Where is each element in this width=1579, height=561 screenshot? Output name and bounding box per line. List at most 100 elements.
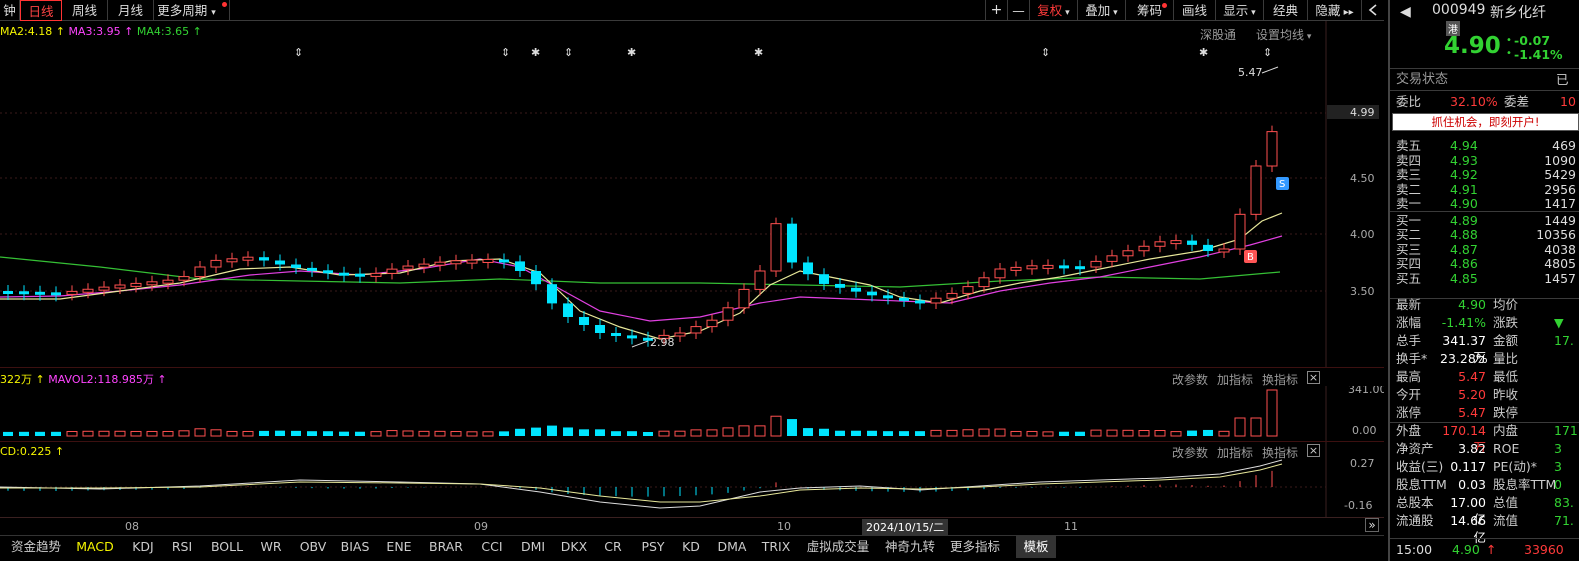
zoom-out-button[interactable]: — <box>1007 0 1029 21</box>
indicator-tab[interactable]: CR <box>600 536 626 558</box>
stat-label: 最高 <box>1396 369 1422 384</box>
stat-label: 换手* <box>1396 351 1428 366</box>
indicator-tab[interactable]: DMI <box>517 536 549 558</box>
volume-bar <box>339 431 349 436</box>
indicator-tab[interactable]: 虚拟成交量 <box>802 536 874 558</box>
order-book-volume: 1417 <box>1544 196 1576 211</box>
indicator-tab[interactable]: RSI <box>167 536 197 558</box>
volume-bar <box>722 427 734 437</box>
candle-body <box>259 257 269 261</box>
stat-label: 跌停 <box>1493 405 1519 420</box>
stat-value: 17. <box>1554 333 1574 348</box>
collapse-arrow-icon[interactable]: ◀ <box>1400 4 1411 20</box>
close-icon[interactable]: × <box>1307 371 1320 384</box>
volume-bar <box>402 430 414 437</box>
candle-body <box>51 292 61 296</box>
volume-bar <box>787 419 797 436</box>
date-axis: 08 09 10 11 2024/10/15/二 » <box>0 517 1384 535</box>
volume-bar <box>178 430 190 437</box>
candle-body <box>339 272 349 276</box>
candlesticks <box>3 125 1278 347</box>
indicator-tab[interactable]: KD <box>678 536 704 558</box>
xianshi-button[interactable]: 显示 ▾ <box>1215 0 1263 21</box>
indicator-tab[interactable]: CCI <box>476 536 508 558</box>
huaxian-button[interactable]: 画线 <box>1173 0 1215 21</box>
stat-value: 3 <box>1554 441 1562 456</box>
indicator-tab[interactable]: BRAR <box>426 536 466 558</box>
diejia-button[interactable]: 叠加 ▾ <box>1077 0 1125 21</box>
volume-bar <box>499 431 509 436</box>
period-tab-more[interactable]: 更多周期 ▾ <box>154 0 230 21</box>
indicator-tab[interactable]: 神奇九转 <box>882 536 938 558</box>
buy-marker[interactable]: B <box>1244 250 1257 263</box>
open-account-banner[interactable]: 抓住机会，即刻开户! <box>1392 113 1579 131</box>
stat-value: -1.41% <box>1441 315 1486 330</box>
scroll-right-icon[interactable]: » <box>1365 518 1379 532</box>
period-tab-monthly[interactable]: 月线 <box>108 0 154 21</box>
cursor-date-label: 2024/10/15/二 <box>862 519 949 535</box>
volume-bar <box>98 430 110 437</box>
stat-label: 总股本 <box>1396 495 1434 510</box>
current-price-tick: 4.99 <box>1350 106 1375 119</box>
stat-label: 最低 <box>1493 369 1519 384</box>
candle-body <box>1106 255 1118 262</box>
volume-bar <box>466 431 478 437</box>
volume-bar <box>114 430 126 437</box>
event-marker-icon: ⇕ <box>501 46 510 59</box>
bullet-icon: • <box>1506 35 1512 46</box>
stat-value: 170.14万 <box>1442 423 1486 455</box>
stat-value: 23.28% <box>1440 351 1488 366</box>
candle-body <box>690 326 702 334</box>
indicator-tab[interactable]: DKX <box>557 536 591 558</box>
volume-bar <box>883 431 893 436</box>
volume-bar <box>754 425 766 437</box>
jingdian-button[interactable]: 经典 <box>1263 0 1307 21</box>
indicator-tab[interactable]: BOLL <box>207 536 247 558</box>
zoom-in-button[interactable]: + <box>985 0 1007 21</box>
candle-body <box>82 288 94 293</box>
volume-bar <box>146 430 158 437</box>
candle-body <box>851 287 861 292</box>
candle-body <box>323 270 333 274</box>
stat-value: 17.00亿 <box>1450 495 1486 527</box>
indicator-tab[interactable]: OBV <box>296 536 330 558</box>
yincang-button[interactable]: 隐藏 ▸▸ <box>1307 0 1361 21</box>
candle-body <box>307 267 317 271</box>
stat-label: 流值 <box>1493 513 1519 528</box>
vol-tick: 0.00 <box>1352 424 1377 437</box>
volume-bar <box>547 425 557 436</box>
indicator-tab[interactable]: MACD <box>74 536 116 558</box>
quote-panel: ◀ 000949 新乡化纤 港 4.90 • -0.07 • -1.41% 交易… <box>1388 0 1579 561</box>
indicator-tab[interactable]: 更多指标 <box>946 536 1004 558</box>
period-tab-daily[interactable]: 日线 <box>20 0 62 21</box>
candle-body <box>962 286 974 294</box>
period-tab-minute[interactable]: 钟 <box>0 0 20 21</box>
fuquan-button[interactable]: 复权 ▾ <box>1029 0 1077 21</box>
event-marker-icon: ✱ <box>1199 46 1208 59</box>
candle-body <box>674 332 686 337</box>
indicator-tab[interactable]: ENE <box>382 536 416 558</box>
candle-body <box>19 291 29 295</box>
volume-bar <box>1218 430 1230 437</box>
kline-chart[interactable]: ⇕ ⇕ ✱ ⇕ ✱ ✱ ⇕ ✱ ⇕ 5.47 2.98 S B 4.99 4.5… <box>0 21 1384 367</box>
indicator-tab[interactable]: WR <box>256 536 286 558</box>
candle-body <box>978 277 990 288</box>
stock-code: 000949 <box>1432 2 1486 18</box>
indicator-tab[interactable]: 资金趋势 <box>10 536 62 558</box>
panel-toggle-icon[interactable] <box>1361 0 1384 21</box>
indicator-tab[interactable]: DMA <box>714 536 750 558</box>
indicator-tab[interactable]: KDJ <box>126 536 160 558</box>
indicator-tab[interactable]: TRIX <box>758 536 794 558</box>
chouma-button[interactable]: 筹码 <box>1125 0 1173 21</box>
stat-label: 总手 <box>1396 333 1422 348</box>
yincang-label: 隐藏 <box>1315 3 1341 18</box>
indicator-tab[interactable]: BIAS <box>338 536 372 558</box>
more-period-label: 更多周期 <box>157 3 208 18</box>
indicator-tab[interactable]: PSY <box>636 536 670 558</box>
indicator-tab[interactable]: 模板 <box>1016 536 1056 558</box>
macd-tick: -0.16 <box>1344 499 1372 512</box>
period-tab-weekly[interactable]: 周线 <box>62 0 108 21</box>
up-arrow-icon: ↑ <box>1486 542 1497 557</box>
low-price-label: 2.98 <box>650 336 675 349</box>
sell-marker[interactable]: S <box>1276 177 1289 190</box>
